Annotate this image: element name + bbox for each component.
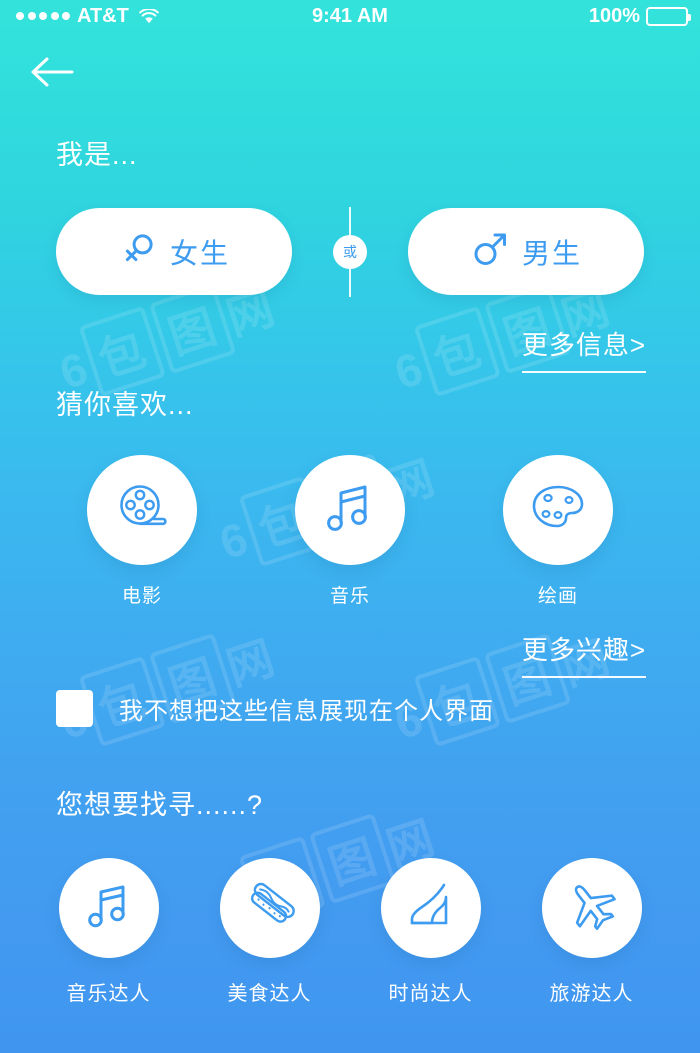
seeking-item-music-expert[interactable]: 音乐达人 [58, 858, 159, 1006]
privacy-checkbox[interactable] [56, 690, 93, 727]
gender-option-male[interactable]: 男生 [408, 208, 644, 295]
interest-label-movie: 电影 [121, 586, 162, 607]
mobile-app-screen: 6包图网 6包图网 6包图网 6包图网 6包图网 6包图网 AT&T 9:41 … [0, 0, 700, 1053]
seeking-label-fashion-expert: 时尚达人 [388, 983, 473, 1005]
seeking-label-food-expert: 美食达人 [227, 983, 312, 1005]
seeking-row: 音乐达人 美食达人 时尚达人 旅游达人 [0, 858, 700, 1006]
music-note-icon [85, 880, 133, 937]
interest-item-movie[interactable]: 电影 [87, 455, 197, 608]
more-interests-link[interactable]: 更多兴趣> [521, 630, 646, 678]
battery-full-icon [646, 6, 691, 26]
interest-item-music[interactable]: 音乐 [295, 455, 405, 608]
status-bar: AT&T 9:41 AM 100% [0, 0, 700, 32]
interest-circle-movie [87, 455, 197, 565]
seeking-label-travel-expert: 旅游达人 [549, 983, 634, 1005]
film-reel-icon [113, 479, 171, 542]
interest-circle-painting [503, 455, 613, 565]
back-button[interactable] [24, 52, 80, 96]
seeking-label-music-expert: 音乐达人 [66, 983, 151, 1005]
seeking-item-fashion-expert[interactable]: 时尚达人 [380, 858, 481, 1006]
interest-item-painting[interactable]: 绘画 [503, 455, 613, 608]
privacy-checkbox-label: 我不想把这些信息展现在个人界面 [119, 698, 494, 725]
seeking-circle-music-expert [58, 858, 159, 958]
interest-circle-music [295, 455, 405, 565]
interests-row: 电影 音乐 绘画 [0, 455, 700, 608]
section-title-interests: 猜你喜欢... [56, 390, 194, 420]
seeking-circle-fashion-expert [380, 858, 481, 958]
airplane-icon [565, 879, 619, 938]
seeking-circle-travel-expert [541, 858, 642, 958]
status-bar-right: 100% [588, 4, 691, 28]
section-title-seeking: 您想要找寻......? [56, 790, 264, 820]
female-symbol-icon [118, 229, 158, 274]
high-heel-icon [404, 879, 458, 938]
more-info-link[interactable]: 更多信息> [521, 325, 646, 373]
privacy-checkbox-row[interactable]: 我不想把这些信息展现在个人界面 [56, 690, 494, 727]
gender-label-male: 男生 [521, 237, 582, 269]
interest-label-music: 音乐 [329, 586, 370, 607]
hotdog-icon [241, 879, 299, 938]
battery-percent: 100% [588, 4, 640, 27]
page-title-identity: 我是... [56, 140, 138, 170]
paint-palette-icon [528, 481, 588, 540]
back-arrow-icon [28, 55, 76, 94]
music-note-icon [323, 479, 377, 542]
or-divider-label: 或 [333, 235, 367, 269]
male-symbol-icon [470, 229, 510, 274]
gender-label-female: 女生 [169, 237, 230, 269]
seeking-item-food-expert[interactable]: 美食达人 [219, 858, 320, 1006]
seeking-circle-food-expert [219, 858, 320, 958]
watermark: 6包图网 [49, 617, 285, 756]
gender-option-female[interactable]: 女生 [56, 208, 292, 295]
seeking-item-travel-expert[interactable]: 旅游达人 [541, 858, 642, 1006]
interest-label-painting: 绘画 [537, 586, 578, 607]
